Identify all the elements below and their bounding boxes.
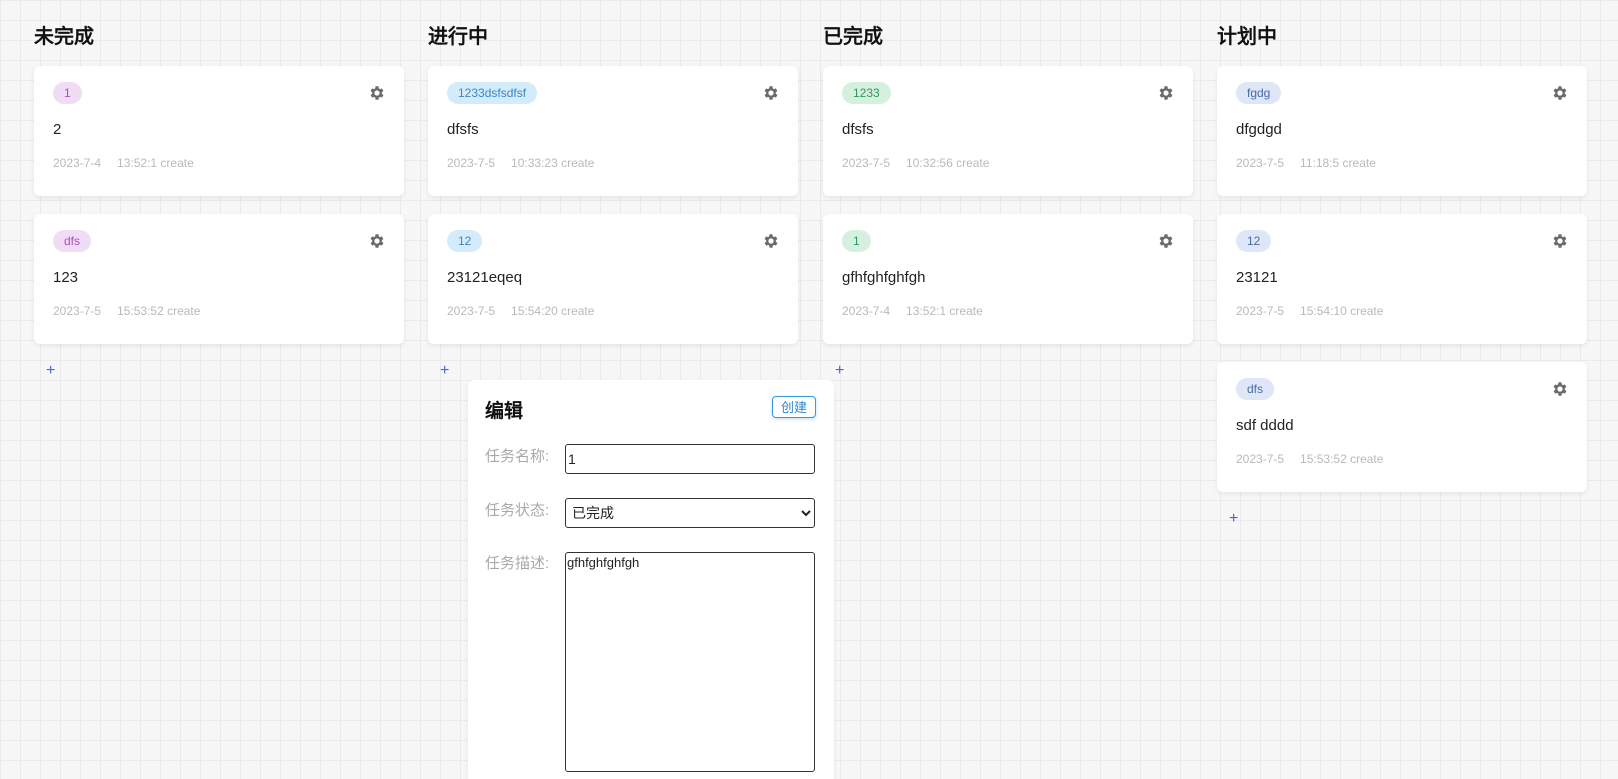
task-time: 15:53:52 create <box>1300 452 1384 466</box>
task-time: 10:32:56 create <box>906 156 990 170</box>
task-card[interactable]: 1 2 2023-7-4 13:52:1 create <box>34 66 404 196</box>
task-card[interactable]: 1 gfhfghfghfgh 2023-7-4 13:52:1 create <box>823 214 1193 344</box>
gear-icon[interactable] <box>368 232 386 250</box>
task-card[interactable]: 12 23121 2023-7-5 15:54:10 create <box>1217 214 1587 344</box>
task-card[interactable]: 1233dsfsdfsf dfsfs 2023-7-5 10:33:23 crea… <box>428 66 798 196</box>
gear-icon[interactable] <box>1157 84 1175 102</box>
task-tag: dfs <box>1236 378 1275 400</box>
task-meta: 2023-7-4 13:52:1 create <box>53 156 385 170</box>
task-meta: 2023-7-5 15:53:52 create <box>1236 452 1568 466</box>
task-date: 2023-7-4 <box>842 304 891 318</box>
edit-dialog: 编辑 创建 任务名称: 任务状态: 已完成 任务描述: gfhfghfghfgh <box>468 380 834 779</box>
task-tag: 12 <box>447 230 483 252</box>
task-meta: 2023-7-5 10:32:56 create <box>842 156 1174 170</box>
add-task-button[interactable]: + <box>440 362 449 380</box>
column-in-progress: 进行中 1233dsfsdfsf dfsfs 2023-7-5 10:33:23 … <box>428 22 798 380</box>
column-title: 进行中 <box>428 26 488 48</box>
gear-icon[interactable] <box>1551 380 1569 398</box>
gear-icon[interactable] <box>762 232 780 250</box>
task-date: 2023-7-5 <box>447 156 496 170</box>
task-title: dfgdgd <box>1236 121 1282 138</box>
gear-icon[interactable] <box>1157 232 1175 250</box>
gear-icon[interactable] <box>1551 84 1569 102</box>
task-title: dfsfs <box>842 121 874 138</box>
task-meta: 2023-7-5 11:18:5 create <box>1236 156 1568 170</box>
task-date: 2023-7-5 <box>53 304 102 318</box>
task-date: 2023-7-5 <box>1236 452 1285 466</box>
gear-icon[interactable] <box>1551 232 1569 250</box>
column-todo: 未完成 1 2 2023-7-4 13:52:1 create dfs 123 2… <box>34 22 404 380</box>
task-title: 23121 <box>1236 269 1278 286</box>
column-planned: 计划中 fgdg dfgdgd 2023-7-5 11:18:5 create 1… <box>1217 22 1587 528</box>
column-title: 未完成 <box>34 26 94 48</box>
column-title: 已完成 <box>823 26 883 48</box>
task-meta: 2023-7-5 10:33:23 create <box>447 156 779 170</box>
dialog-title: 编辑 <box>485 401 524 422</box>
task-title: dfsfs <box>447 121 479 138</box>
task-tag: 12 <box>1236 230 1272 252</box>
task-tag: 1233 <box>842 82 891 104</box>
task-title: 23121eqeq <box>447 269 523 286</box>
task-time: 15:53:52 create <box>117 304 201 318</box>
task-name-input[interactable] <box>565 444 815 474</box>
task-date: 2023-7-5 <box>1236 156 1285 170</box>
task-time: 13:52:1 create <box>906 304 983 318</box>
task-time: 11:18:5 create <box>1300 156 1376 170</box>
task-status-label: 任务状态: <box>485 502 550 519</box>
add-task-button[interactable]: + <box>1229 510 1238 528</box>
task-tag: fgdg <box>1236 82 1282 104</box>
task-meta: 2023-7-5 15:53:52 create <box>53 304 385 318</box>
task-meta: 2023-7-5 15:54:20 create <box>447 304 779 318</box>
column-done: 已完成 1233 dfsfs 2023-7-5 10:32:56 create 1… <box>823 22 1193 380</box>
task-title: 2 <box>53 121 62 138</box>
task-date: 2023-7-5 <box>842 156 891 170</box>
task-card[interactable]: fgdg dfgdgd 2023-7-5 11:18:5 create <box>1217 66 1587 196</box>
task-card[interactable]: dfs sdf dddd 2023-7-5 15:53:52 create <box>1217 362 1587 492</box>
task-tag: 1233dsfsdfsf <box>447 82 538 104</box>
task-card[interactable]: dfs 123 2023-7-5 15:53:52 create <box>34 214 404 344</box>
task-time: 15:54:20 create <box>511 304 595 318</box>
task-date: 2023-7-5 <box>447 304 496 318</box>
task-desc-textarea[interactable]: gfhfghfghfgh <box>565 552 815 772</box>
task-name-label: 任务名称: <box>485 448 550 465</box>
task-desc-label: 任务描述: <box>485 555 550 572</box>
task-card[interactable]: 1233 dfsfs 2023-7-5 10:32:56 create <box>823 66 1193 196</box>
task-time: 15:54:10 create <box>1300 304 1384 318</box>
task-tag: 1 <box>842 230 871 252</box>
task-time: 13:52:1 create <box>117 156 194 170</box>
gear-icon[interactable] <box>762 84 780 102</box>
task-card[interactable]: 12 23121eqeq 2023-7-5 15:54:20 create <box>428 214 798 344</box>
task-status-select[interactable]: 已完成 <box>565 498 815 528</box>
task-title: 123 <box>53 269 79 286</box>
add-task-button[interactable]: + <box>835 362 844 380</box>
gear-icon[interactable] <box>368 84 386 102</box>
task-tag: dfs <box>53 230 92 252</box>
task-meta: 2023-7-5 15:54:10 create <box>1236 304 1568 318</box>
task-tag: 1 <box>53 82 82 104</box>
task-date: 2023-7-5 <box>1236 304 1285 318</box>
task-time: 10:33:23 create <box>511 156 595 170</box>
column-title: 计划中 <box>1217 26 1277 48</box>
task-meta: 2023-7-4 13:52:1 create <box>842 304 1174 318</box>
task-title: sdf dddd <box>1236 417 1294 434</box>
add-task-button[interactable]: + <box>46 362 55 380</box>
task-date: 2023-7-4 <box>53 156 102 170</box>
create-button[interactable]: 创建 <box>771 396 816 418</box>
task-title: gfhfghfghfgh <box>842 269 926 286</box>
